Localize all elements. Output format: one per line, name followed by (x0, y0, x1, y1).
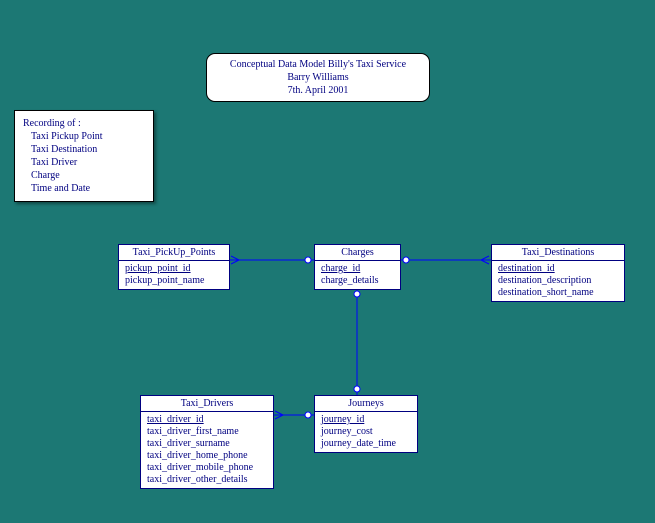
entity-attr: charge_id (321, 263, 394, 275)
entity-attr: taxi_driver_other_details (147, 474, 267, 486)
entity-attr: pickup_point_id (125, 263, 223, 275)
note-item: Charge (31, 169, 145, 182)
title-box: Conceptual Data Model Billy's Taxi Servi… (206, 53, 430, 102)
entity-attr: taxi_driver_first_name (147, 426, 267, 438)
entity-attr: taxi_driver_home_phone (147, 450, 267, 462)
entity-header: Journeys (315, 396, 417, 412)
entity-attr: destination_id (498, 263, 618, 275)
entity-header: Taxi_Drivers (141, 396, 273, 412)
title-line3: 7th. April 2001 (213, 84, 423, 97)
entity-charges: Charges charge_id charge_details (314, 244, 401, 290)
entity-attr: taxi_driver_surname (147, 438, 267, 450)
title-line1: Conceptual Data Model Billy's Taxi Servi… (213, 58, 423, 71)
entity-header: Taxi_Destinations (492, 245, 624, 261)
note-item: Taxi Pickup Point (31, 130, 145, 143)
entity-header: Charges (315, 245, 400, 261)
entity-attr: taxi_driver_mobile_phone (147, 462, 267, 474)
entity-pickup-points: Taxi_PickUp_Points pickup_point_id picku… (118, 244, 230, 290)
note-heading: Recording of : (23, 117, 145, 130)
entity-attr: destination_short_name (498, 287, 618, 299)
entity-attr: taxi_driver_id (147, 414, 267, 426)
note-item: Time and Date (31, 182, 145, 195)
recording-note: Recording of : Taxi Pickup Point Taxi De… (14, 110, 154, 202)
entity-attr: destination_description (498, 275, 618, 287)
entity-destinations: Taxi_Destinations destination_id destina… (491, 244, 625, 302)
diagram-canvas: Conceptual Data Model Billy's Taxi Servi… (0, 0, 655, 523)
entity-attr: pickup_point_name (125, 275, 223, 287)
entity-attr: charge_details (321, 275, 394, 287)
note-item: Taxi Destination (31, 143, 145, 156)
entity-attr: journey_cost (321, 426, 411, 438)
entity-header: Taxi_PickUp_Points (119, 245, 229, 261)
note-item: Taxi Driver (31, 156, 145, 169)
entity-attr: journey_id (321, 414, 411, 426)
entity-drivers: Taxi_Drivers taxi_driver_id taxi_driver_… (140, 395, 274, 489)
title-line2: Barry Williams (213, 71, 423, 84)
entity-journeys: Journeys journey_id journey_cost journey… (314, 395, 418, 453)
entity-attr: journey_date_time (321, 438, 411, 450)
